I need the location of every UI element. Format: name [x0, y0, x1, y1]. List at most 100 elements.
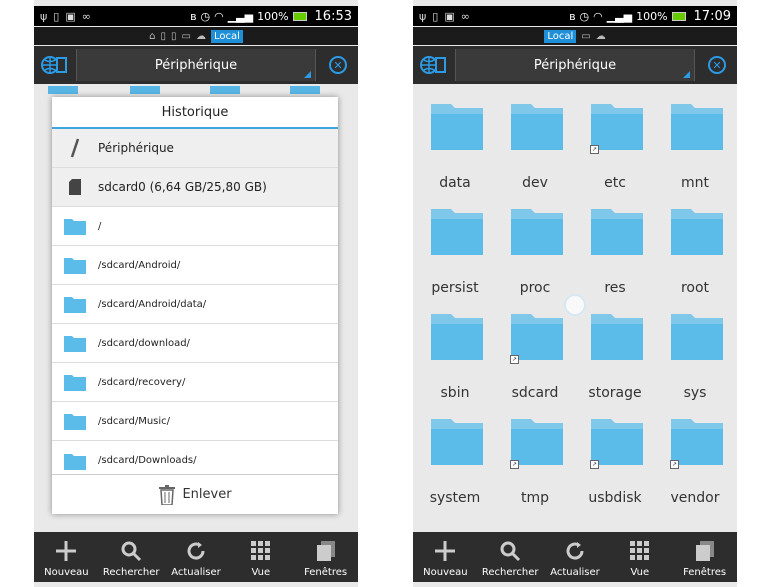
shortcut-icon: ↗ [590, 460, 599, 469]
view-button[interactable]: Vue [607, 532, 672, 582]
history-item-label: /sdcard/Music/ [98, 415, 171, 427]
close-button[interactable]: ✕ [697, 46, 737, 84]
cloud-icon: ☁ [595, 30, 606, 42]
folder-item[interactable]: sbin [415, 310, 495, 410]
folder-item[interactable]: sys [655, 310, 735, 410]
folder-item[interactable]: root [655, 205, 735, 305]
path-title: Périphérique [154, 57, 238, 73]
view-label: Vue [630, 567, 650, 578]
folder-item[interactable]: proc [495, 205, 575, 305]
search-label: Rechercher [481, 567, 539, 578]
slash-icon [70, 138, 80, 158]
left-phone-screen: ψ ▯ ▣ ∞ ʙ ◷ ◠ ▁▃▅ 100% 16:53 ⌂ ▯ ▯ ▭ ☁ Local Périphé… [34, 0, 358, 587]
folder-item[interactable]: ↗ sdcard [495, 310, 575, 410]
windows-button[interactable]: Fenêtres [293, 532, 358, 582]
remove-label: Enlever [182, 487, 232, 502]
search-icon [121, 541, 142, 562]
folder-icon [210, 86, 240, 94]
bluetooth-icon: ʙ [190, 9, 197, 23]
folder-name: storage [588, 385, 642, 401]
windows-button[interactable]: Fenêtres [672, 532, 737, 582]
history-item[interactable]: sdcard0 (6,64 GB/25,80 GB) [52, 168, 338, 207]
folder-item[interactable]: storage [575, 310, 655, 410]
history-item[interactable]: /sdcard/recovery/ [52, 363, 338, 402]
folder-item[interactable]: system [415, 415, 495, 515]
folder-icon [290, 86, 320, 94]
close-button[interactable]: ✕ [318, 46, 358, 84]
path-title: Périphérique [533, 57, 617, 73]
folder-icon [64, 336, 86, 352]
windows-label: Fenêtres [304, 567, 348, 578]
grid-icon [629, 541, 649, 560]
folder-name: sdcard [511, 385, 559, 401]
folder-item[interactable]: ↗ etc [575, 100, 655, 200]
history-item[interactable]: /sdcard/Android/ [52, 246, 338, 285]
history-item[interactable]: /sdcard/download/ [52, 324, 338, 363]
status-bar: ψ ▯ ▣ ∞ ʙ ◷ ◠ ▁▃▅ 100% 16:53 [34, 6, 358, 26]
history-item-label: / [98, 220, 102, 232]
search-label: Rechercher [102, 567, 160, 578]
dropdown-triangle-icon [683, 71, 690, 78]
history-item[interactable]: Périphérique [52, 129, 338, 168]
view-button[interactable]: Vue [228, 532, 293, 582]
folder-icon [64, 453, 86, 470]
status-bar: ψ ▯ ▣ ∞ ʙ ◷ ◠ ▁▃▅ 100% 17:09 [413, 6, 737, 26]
folder-icon [671, 209, 723, 255]
folder-icon [64, 258, 86, 274]
sim-icon: ▯ [432, 9, 439, 23]
history-item[interactable]: / [52, 207, 338, 246]
signal-icon: ▁▃▅ [227, 9, 254, 23]
history-item-label: /sdcard/Android/data/ [98, 298, 207, 310]
shortcut-icon: ↗ [670, 460, 679, 469]
image-icon: ▣ [65, 9, 76, 23]
refresh-icon [187, 542, 205, 560]
folder-item[interactable]: ↗ tmp [495, 415, 575, 515]
refresh-button[interactable]: Actualiser [164, 532, 229, 582]
search-button[interactable]: Rechercher [478, 532, 543, 582]
bluetooth-icon: ʙ [569, 9, 576, 23]
shortcut-icon: ↗ [590, 145, 599, 154]
dialog-title: Historique [52, 97, 338, 129]
folder-item[interactable]: dev [495, 100, 575, 200]
folder-item[interactable]: ↗ vendor [655, 415, 735, 515]
new-label: Nouveau [423, 567, 468, 578]
refresh-icon [566, 542, 584, 560]
bottom-toolbar: Nouveau Rechercher Actualiser Vue Fenêtr… [34, 532, 358, 582]
path-dropdown[interactable]: Périphérique [455, 49, 695, 81]
path-dropdown[interactable]: Périphérique [76, 49, 316, 81]
folder-icon [64, 297, 86, 313]
history-item-label: /sdcard/Downloads/ [98, 455, 197, 466]
toolbar: Périphérique ✕ [413, 46, 737, 84]
network-icon[interactable] [413, 46, 453, 84]
folder-item[interactable]: ↗ usbdisk [575, 415, 655, 515]
new-button[interactable]: Nouveau [413, 532, 478, 582]
location-local-tab[interactable]: Local [544, 29, 577, 43]
new-button[interactable]: Nouveau [34, 532, 99, 582]
alarm-icon: ◷ [200, 9, 211, 23]
refresh-label: Actualiser [550, 567, 600, 578]
history-item[interactable]: /sdcard/Android/data/ [52, 285, 338, 324]
shortcut-icon: ↗ [510, 355, 519, 364]
history-item[interactable]: /sdcard/Music/ [52, 402, 338, 441]
remove-button[interactable]: Enlever [52, 474, 338, 514]
shortcut-icon: ↗ [510, 460, 519, 469]
computer-icon: ▭ [581, 30, 591, 42]
folder-icon [431, 209, 483, 255]
image-icon: ▣ [444, 9, 455, 23]
history-dialog: Historique Périphérique sdcard0 (6,64 GB… [52, 97, 338, 514]
history-item-label: /sdcard/Android/ [98, 259, 181, 271]
refresh-button[interactable]: Actualiser [543, 532, 608, 582]
search-icon [500, 541, 521, 562]
sdcard-icon [69, 179, 81, 195]
network-icon[interactable] [34, 46, 74, 84]
view-label: Vue [251, 567, 271, 578]
search-button[interactable]: Rechercher [99, 532, 164, 582]
folder-item[interactable]: persist [415, 205, 495, 305]
plus-icon [435, 541, 456, 561]
wifi-icon: ◠ [593, 9, 603, 23]
folder-item[interactable]: mnt [655, 100, 735, 200]
folder-item[interactable]: res [575, 205, 655, 305]
location-local-tab[interactable]: Local [210, 29, 243, 43]
folder-item[interactable]: data [415, 100, 495, 200]
trash-icon [159, 484, 176, 505]
